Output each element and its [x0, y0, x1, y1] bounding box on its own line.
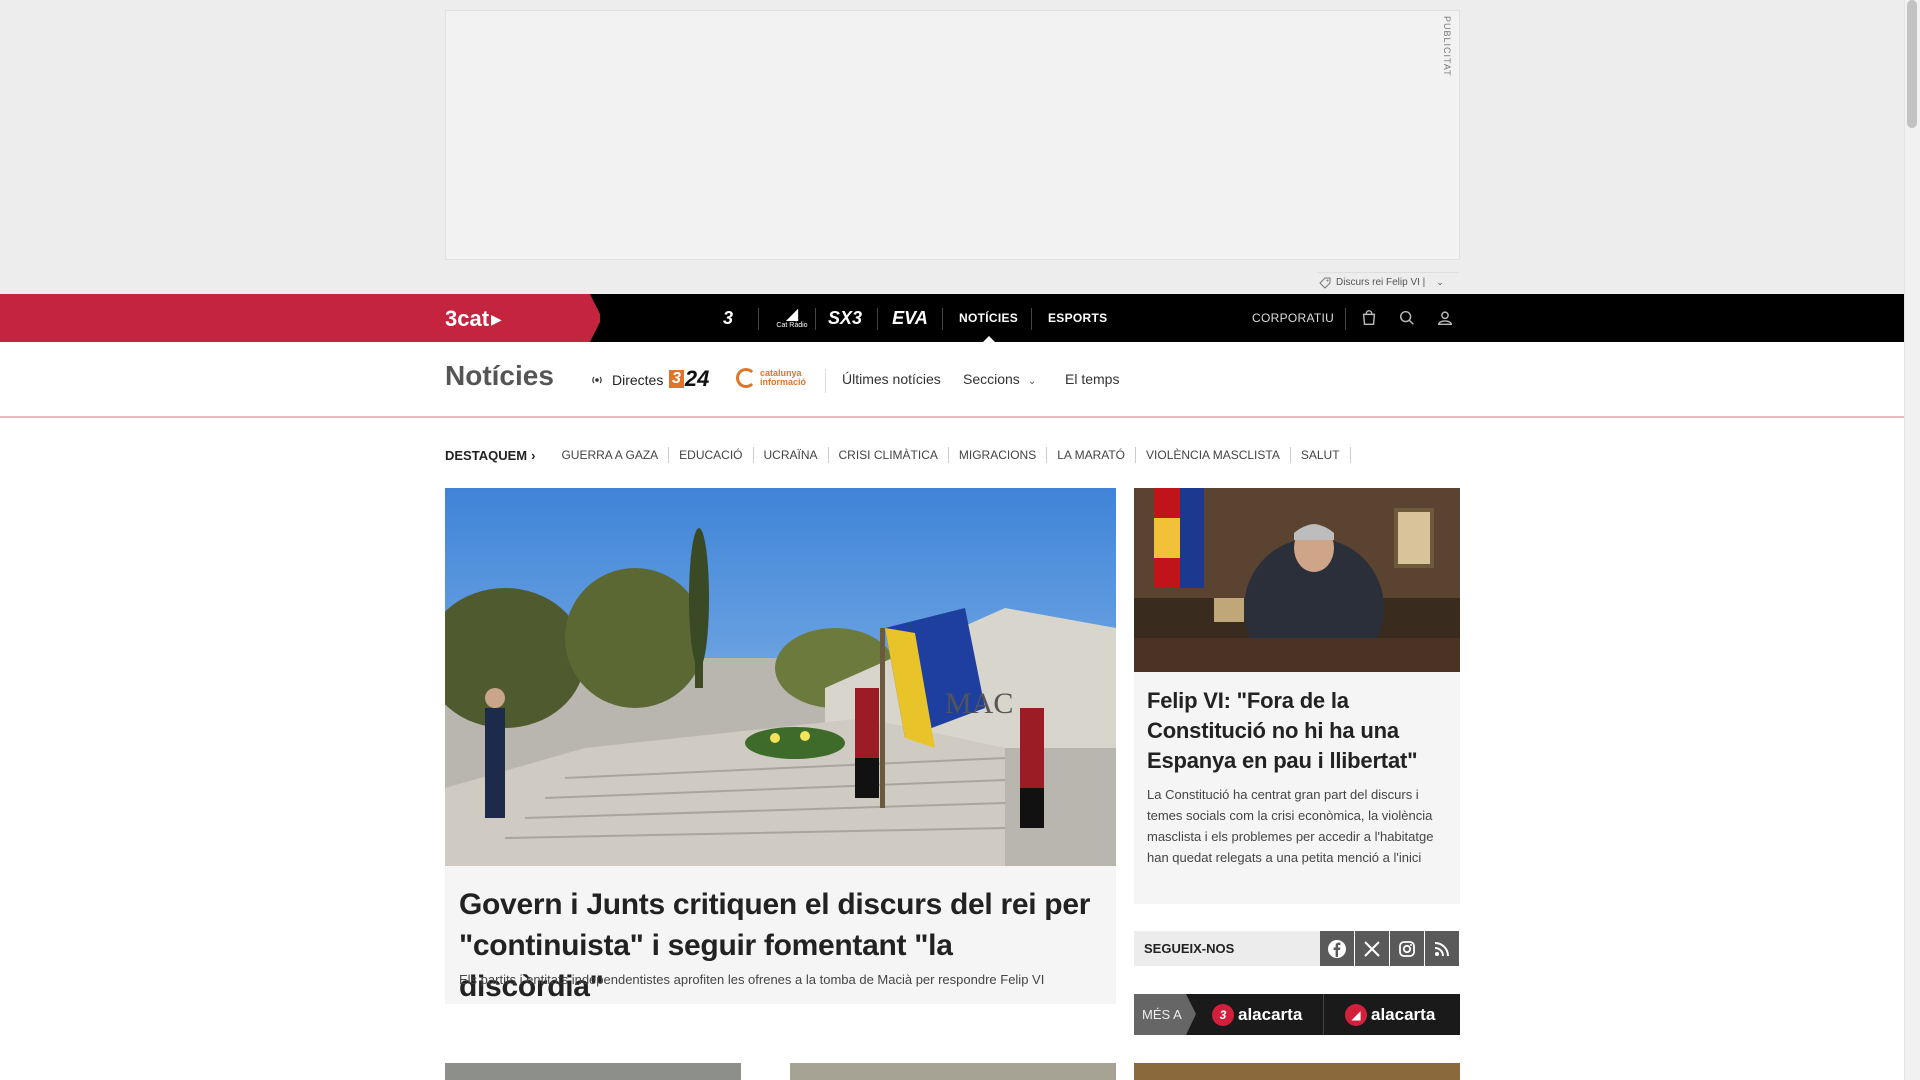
side-article-title[interactable]: Felip VI: "Fora de la Constitució no hi … [1147, 686, 1447, 776]
seccions-dropdown[interactable]: Seccions ⌄ [963, 371, 1036, 387]
324-logo[interactable]: 3 24 [669, 366, 710, 391]
follow-us-label: SEGUEIX-NOS [1134, 931, 1320, 966]
highlight-item[interactable]: CRISI CLIMÀTICA [829, 447, 949, 463]
nav-esports[interactable]: ESPORTS [1048, 294, 1107, 342]
side-article-subtitle: La Constitució ha centrat gran part del … [1147, 787, 1434, 865]
ultimes-noticies-link[interactable]: Últimes notícies [842, 371, 941, 387]
side-article-image[interactable] [1134, 488, 1460, 672]
highlight-item[interactable]: MIGRACIONS [949, 447, 1048, 463]
king-speech-photo [1134, 488, 1460, 672]
highlight-item[interactable]: EDUCACIÓ [669, 447, 754, 463]
3cat-logo[interactable]: 3cat ▶ [445, 306, 502, 332]
tag-icon [1319, 277, 1331, 289]
live-broadcast-icon [592, 376, 602, 384]
main-navigation: 3cat ▶ 3 ◢ Cat Ràdio SX3 EVA NOTÍCIES ES… [0, 294, 1904, 342]
channel-sx3[interactable]: SX3 [825, 294, 865, 342]
advertisement-slot[interactable] [445, 10, 1460, 260]
directes-label: Directes [612, 372, 664, 388]
divider [1345, 308, 1346, 330]
topic-tag-label: Discurs rei Felip VI | [1336, 277, 1426, 288]
section-bar: Notícies Directes 3 24 catalunya informac… [0, 342, 1904, 418]
catinfo-logo-text: catalunya informació [760, 368, 807, 387]
mes-a-bar: MÉS A 3 alacarta ◢ alacarta [1134, 994, 1460, 1035]
ad-label: PUBLICITAT [1442, 16, 1452, 77]
brand-band [0, 294, 600, 342]
chevron-down-icon: ⌄ [1027, 376, 1037, 387]
channel-catradio[interactable]: ◢ Cat Ràdio [770, 294, 814, 342]
chevron-right-icon: › [531, 447, 536, 463]
next-article-thumbnail[interactable] [445, 1063, 771, 1080]
mes-a-label: MÉS A [1134, 994, 1196, 1035]
video-play-icon [741, 1063, 771, 1080]
follow-us-bar: SEGUEIX-NOS [1134, 931, 1460, 966]
next-article-thumbnail[interactable] [790, 1063, 1116, 1080]
324-logo-mark: 3 [669, 370, 684, 388]
nav-corporatiu[interactable]: CORPORATIU [1252, 294, 1334, 342]
main-article-title[interactable]: Govern i Junts critiquen el discurs del … [459, 884, 1099, 1007]
section-title[interactable]: Notícies [445, 360, 554, 392]
324-logo-text: 24 [684, 366, 710, 391]
el-temps-link[interactable]: El temps [1065, 371, 1119, 387]
instagram-icon[interactable] [1390, 931, 1424, 966]
divider [942, 308, 943, 330]
directes-link[interactable]: Directes [590, 372, 663, 388]
main-article-subtitle: Els partits i entitats independentistes … [459, 972, 1045, 987]
highlight-item[interactable]: GUERRA A GAZA [551, 447, 670, 463]
chevron-down-icon: ⌄ [1436, 277, 1444, 287]
search-icon[interactable] [1395, 306, 1419, 330]
channel-eva[interactable]: EVA [888, 294, 932, 342]
scrollbar[interactable] [1904, 0, 1920, 1080]
catalunya-informacio-logo[interactable]: catalunya informació [736, 368, 818, 388]
svg-text:MAC: MAC [945, 687, 1013, 720]
scrollbar-thumb[interactable] [1907, 0, 1917, 128]
x-icon[interactable] [1355, 931, 1389, 966]
channel-3[interactable]: 3 [710, 294, 746, 342]
highlight-item[interactable]: SALUT [1291, 447, 1351, 463]
catradio-icon: ◢ [785, 305, 799, 323]
divider [1323, 994, 1324, 1035]
divider [877, 308, 878, 330]
catradio-alacarta-link[interactable]: ◢ alacarta [1345, 994, 1435, 1035]
main-article-card[interactable]: Govern i Junts critiquen el discurs del … [445, 866, 1116, 1004]
catinfo-ring-icon [736, 368, 756, 388]
divider [758, 308, 759, 330]
highlight-item[interactable]: UCRAÏNA [754, 447, 829, 463]
highlight-item[interactable]: VIOLÈNCIA MASCLISTA [1136, 447, 1291, 463]
play-arrow-icon: ▶ [491, 310, 502, 327]
tv3-logo-icon: 3 [1212, 1003, 1234, 1026]
side-article-card[interactable]: Felip VI: "Fora de la Constitució no hi … [1134, 672, 1460, 904]
rss-icon[interactable] [1425, 931, 1459, 966]
3-alacarta-link[interactable]: 3 alacarta [1212, 994, 1302, 1035]
divider [1031, 308, 1032, 330]
main-article-image[interactable]: MAC [445, 488, 1116, 866]
brand-name: 3cat [445, 306, 490, 331]
facebook-icon[interactable] [1320, 931, 1354, 966]
highlights-bar: DESTAQUEM › GUERRA A GAZA EDUCACIÓ UCRAÏ… [445, 446, 1351, 464]
cemetery-photo: MAC [445, 488, 1116, 866]
divider [825, 369, 826, 393]
highlight-item[interactable]: LA MARATÓ [1047, 447, 1137, 463]
divider [815, 308, 816, 330]
nav-noticies[interactable]: NOTÍCIES [959, 294, 1018, 342]
catradio-logo-icon: ◢ [1345, 1003, 1367, 1026]
topic-tag[interactable]: Discurs rei Felip VI | ⌄ [1317, 272, 1459, 292]
shopping-bag-icon[interactable] [1357, 306, 1381, 330]
next-article-thumbnail[interactable] [1134, 1063, 1460, 1080]
user-icon[interactable] [1433, 306, 1457, 330]
highlights-label[interactable]: DESTAQUEM › [445, 448, 535, 463]
